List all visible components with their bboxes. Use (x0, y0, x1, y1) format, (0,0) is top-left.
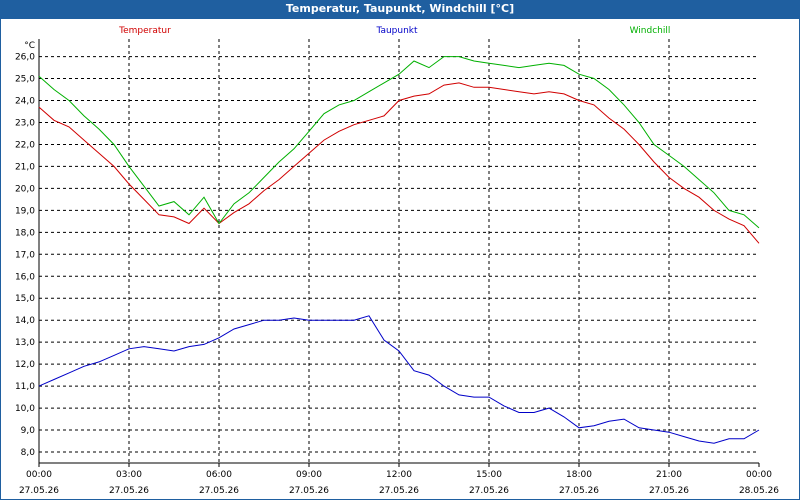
chart-canvas: 8,0 9,0 10,0 11,0 12,0 13,0 14,0 15,0 16,0 17,0 18… (15, 26, 779, 496)
y-tick-label: 16,0 (15, 272, 35, 282)
y-tick-label: 8,0 (21, 448, 36, 458)
x-tick-date: 27.05.26 (559, 486, 599, 496)
y-tick-label: 13,0 (15, 338, 35, 348)
x-tick-time: 09:00 (296, 470, 322, 480)
x-tick-time: 03:00 (116, 470, 142, 480)
x-tick-date: 27.05.26 (649, 486, 689, 496)
y-tick-label: 24,0 (15, 97, 35, 107)
x-tick-time: 06:00 (206, 470, 232, 480)
y-tick-label: 12,0 (15, 360, 35, 370)
y-tick-label: 15,0 (15, 294, 35, 304)
x-tick-date: 27.05.26 (109, 486, 149, 496)
x-tick-date: 27.05.26 (379, 486, 419, 496)
y-tick-label: 10,0 (15, 404, 35, 414)
legend-temperatur: Temperatur (118, 26, 171, 36)
x-tick-time: 12:00 (386, 470, 412, 480)
x-tick-date: 27.05.26 (289, 486, 329, 496)
y-tick-label: 9,0 (21, 426, 36, 436)
x-tick-date: 27.05.26 (19, 486, 59, 496)
x-tick-time: 00:00 (26, 470, 52, 480)
x-tick-time: 21:00 (656, 470, 682, 480)
y-axis-unit: °C (24, 41, 35, 51)
y-tick-label: 17,0 (15, 250, 35, 260)
y-tick-label: 18,0 (15, 228, 35, 238)
x-tick-time: 15:00 (476, 470, 502, 480)
y-tick-label: 21,0 (15, 162, 35, 172)
x-tick-time: 18:00 (566, 470, 592, 480)
y-tick-label: 25,0 (15, 75, 35, 85)
x-tick-time: 00:00 (746, 470, 772, 480)
y-tick-label: 26,0 (15, 53, 35, 63)
x-tick-date: 27.05.26 (469, 486, 509, 496)
y-tick-label: 22,0 (15, 140, 35, 150)
y-tick-label: 11,0 (15, 382, 35, 392)
y-tick-label: 14,0 (15, 316, 35, 326)
y-tick-label: 23,0 (15, 118, 35, 128)
x-tick-date: 28.05.26 (739, 486, 779, 496)
legend-windchill: Windchill (630, 26, 671, 36)
y-tick-label: 19,0 (15, 206, 35, 216)
x-tick-date: 27.05.26 (199, 486, 239, 496)
legend-taupunkt: Taupunkt (375, 26, 418, 36)
y-tick-label: 20,0 (15, 184, 35, 194)
